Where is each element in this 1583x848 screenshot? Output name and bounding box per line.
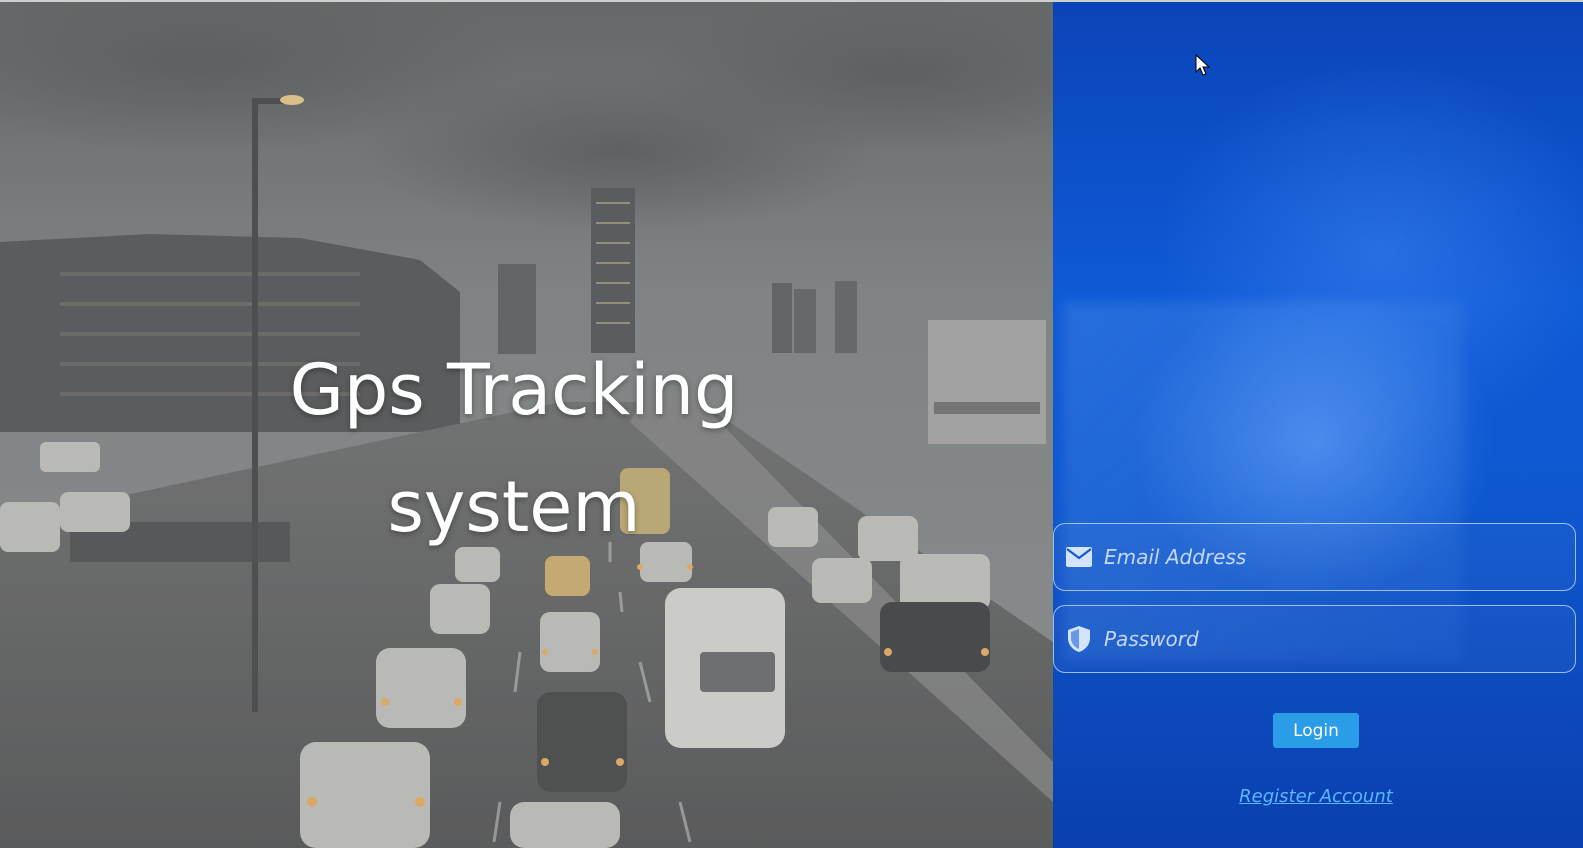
register-account-link[interactable]: Register Account — [1203, 786, 1429, 807]
page-title: Gps Tracking system — [214, 332, 814, 566]
title-line-1: Gps Tracking — [289, 349, 739, 431]
login-button[interactable]: Login — [1273, 713, 1359, 748]
mouse-cursor-icon — [1195, 54, 1211, 76]
password-field — [1053, 605, 1576, 673]
email-field — [1053, 523, 1576, 591]
email-input[interactable] — [1094, 523, 1575, 591]
shield-icon — [1064, 624, 1094, 654]
login-page: Gps Tracking system Login — [0, 0, 1583, 848]
hero-section: Gps Tracking system — [0, 2, 1053, 848]
title-line-2: system — [387, 466, 641, 548]
envelope-icon — [1064, 542, 1094, 572]
password-input[interactable] — [1094, 605, 1575, 673]
login-panel: Login Register Account — [1053, 2, 1583, 848]
